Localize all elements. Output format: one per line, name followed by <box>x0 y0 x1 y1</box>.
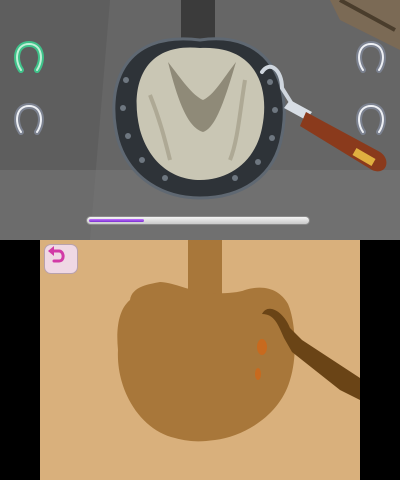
horseshoe-icon-bottom-left <box>12 102 46 136</box>
hoof-silhouette-view[interactable] <box>40 240 360 480</box>
horseshoe-icon-top-right <box>354 40 388 74</box>
hoof-scene <box>0 0 400 240</box>
dirt-spot[interactable] <box>257 339 267 355</box>
progress-fill <box>89 219 144 222</box>
progress-bar <box>86 216 310 225</box>
back-button[interactable] <box>44 244 78 274</box>
hoof-silhouette[interactable] <box>117 282 295 442</box>
undo-arrow-icon <box>48 246 65 263</box>
horseshoe-icon-top-left <box>12 40 46 74</box>
dirt-spot[interactable] <box>255 368 261 380</box>
horseshoe-icon-bottom-right <box>354 102 388 136</box>
top-screen <box>0 0 400 240</box>
touch-screen[interactable] <box>40 240 360 480</box>
